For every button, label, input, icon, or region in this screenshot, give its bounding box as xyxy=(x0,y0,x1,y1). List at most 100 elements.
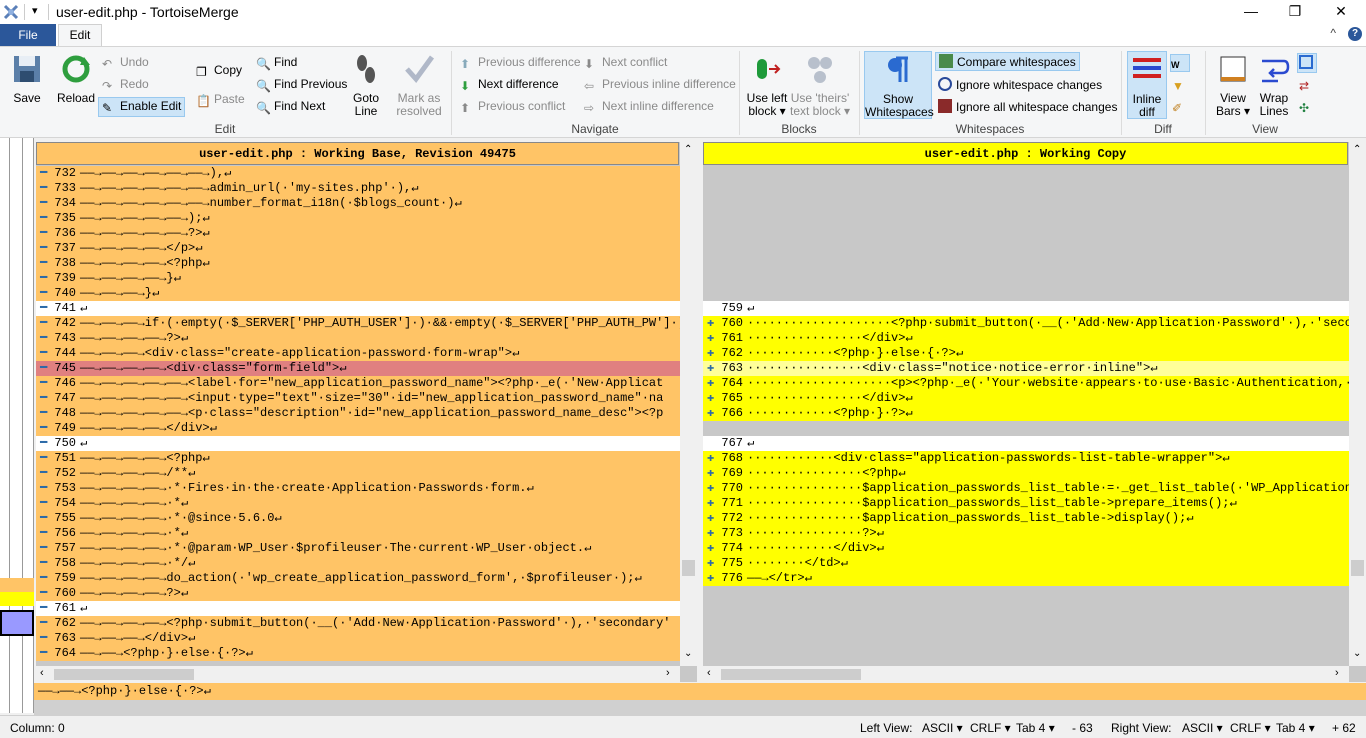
left-tab-dropdown[interactable]: Tab 4 ▾ xyxy=(1016,721,1055,735)
enable-edit-button[interactable]: ✎ Enable Edit xyxy=(98,97,186,117)
right-encoding-dropdown[interactable]: ASCII ▾ xyxy=(1182,721,1223,735)
code-line[interactable]: ✚ 764 ····················<p><?php·_e(·'Yo… xyxy=(703,376,1349,391)
tab-edit[interactable]: Edit xyxy=(58,24,102,47)
diff-filter-dropdown[interactable]: ▼ xyxy=(1172,77,1190,93)
right-eol-dropdown[interactable]: CRLF ▾ xyxy=(1230,721,1271,735)
copy-button[interactable]: ❐ Copy xyxy=(196,63,242,79)
ignore-whitespace-changes-button[interactable]: Ignore whitespace changes xyxy=(938,77,1102,92)
left-eol-dropdown[interactable]: CRLF ▾ xyxy=(970,721,1011,735)
code-line[interactable]: ━ 756 ——→——→——→——→·*↵ xyxy=(36,526,680,541)
next-conflict-button[interactable]: ⬇ Next conflict xyxy=(584,55,667,71)
code-line[interactable]: ✚ 770 ················$application_passwor… xyxy=(703,481,1349,496)
scroll-up-icon[interactable]: ⌃ xyxy=(684,144,692,155)
view-bars-button[interactable]: View Bars ▾ xyxy=(1212,53,1254,118)
code-line[interactable]: ━ 735 ——→——→——→——→——→);↵ xyxy=(36,211,680,226)
code-line[interactable]: ✚ 768 ············<div·class="application-… xyxy=(703,451,1349,466)
code-line[interactable]: ━ 751 ——→——→——→——→<?php↵ xyxy=(36,451,680,466)
code-line[interactable]: ✚ 763 ················<div·class="notice·n… xyxy=(703,361,1349,376)
code-line[interactable]: ━ 761 ↵ xyxy=(36,601,680,616)
code-line[interactable]: ✚ 775 ········</td>↵ xyxy=(703,556,1349,571)
code-line[interactable]: ━ 739 ——→——→——→——→}↵ xyxy=(36,271,680,286)
code-line[interactable]: ━ 747 ——→——→——→——→——→<input·type="text"·si… xyxy=(36,391,680,406)
help-icon[interactable]: ? xyxy=(1348,27,1362,41)
code-line[interactable]: ━ 743 ——→——→——→——→?>↵ xyxy=(36,331,680,346)
previous-inline-difference-button[interactable]: ⇦ Previous inline difference xyxy=(584,77,736,93)
minimize-button[interactable]: — xyxy=(1228,0,1274,24)
scroll-up-icon[interactable]: ⌃ xyxy=(1353,144,1361,155)
reload-button[interactable]: Reload xyxy=(56,53,96,105)
left-encoding-dropdown[interactable]: ASCII ▾ xyxy=(922,721,963,735)
quick-access-dropdown[interactable]: ▾ xyxy=(32,4,38,17)
save-button[interactable]: Save xyxy=(8,53,46,105)
scroll-down-icon[interactable]: ⌄ xyxy=(684,648,692,659)
code-line[interactable]: ✚ 766 ············<?php·}·?>↵ xyxy=(703,406,1349,421)
code-line[interactable] xyxy=(703,166,1349,181)
show-whitespaces-button[interactable]: Show Whitespaces xyxy=(864,51,934,119)
scroll-right-icon[interactable]: › xyxy=(1335,667,1339,679)
code-line[interactable]: ━ 732 ——→——→——→——→——→——→),↵ xyxy=(36,166,680,181)
code-line[interactable]: ━ 738 ——→——→——→——→<?php↵ xyxy=(36,256,680,271)
find-previous-button[interactable]: 🔍 Find Previous xyxy=(256,77,347,93)
word-diff-toggle[interactable]: W xyxy=(1170,54,1190,72)
code-line[interactable]: ━ 736 ——→——→——→——→——→?>↵ xyxy=(36,226,680,241)
right-tab-dropdown[interactable]: Tab 4 ▾ xyxy=(1276,721,1315,735)
code-line[interactable]: ━ 762 ——→——→——→——→<?php·submit_button(·__(… xyxy=(36,616,680,631)
code-line[interactable]: ━ 744 ——→——→——→<div·class="create-applicat… xyxy=(36,346,680,361)
code-line[interactable]: ━ 750 ↵ xyxy=(36,436,680,451)
collapse-button[interactable]: ✣ xyxy=(1299,99,1317,115)
ignore-all-whitespace-changes-button[interactable]: Ignore all whitespace changes xyxy=(938,99,1117,114)
paste-button[interactable]: 📋 Paste xyxy=(196,92,245,108)
code-line[interactable]: ━ 764 ——→——→<?php·}·else·{·?>↵ xyxy=(36,646,680,661)
close-button[interactable]: ✕ xyxy=(1318,0,1364,24)
left-vertical-scrollbar[interactable]: ⌃ ⌄ xyxy=(680,142,697,666)
diff-marker-button[interactable]: ✐ xyxy=(1172,99,1190,115)
previous-conflict-button[interactable]: ⬆ Previous conflict xyxy=(460,99,565,115)
right-vertical-scrollbar[interactable]: ⌃ ⌄ xyxy=(1349,142,1366,666)
code-line[interactable]: ━ 742 ——→——→——→if·(·empty(·$_SERVER['PHP_A… xyxy=(36,316,680,331)
code-line[interactable]: ━ 754 ——→——→——→——→·*↵ xyxy=(36,496,680,511)
mark-resolved-button[interactable]: Mark as resolved xyxy=(396,53,442,118)
right-code-area[interactable]: 759 ↵ ✚ 760 ····················<?php·submit… xyxy=(703,166,1349,666)
left-code-area[interactable]: ━ 732 ——→——→——→——→——→——→),↵ ━ 733 ——→——→——→——… xyxy=(36,166,680,666)
code-line[interactable] xyxy=(703,211,1349,226)
code-line[interactable]: ✚ 760 ····················<?php·submit_but… xyxy=(703,316,1349,331)
code-line[interactable] xyxy=(703,271,1349,286)
code-line[interactable]: ━ 760 ——→——→——→——→?>↵ xyxy=(36,586,680,601)
compare-whitespaces-button[interactable]: Compare whitespaces xyxy=(935,52,1080,71)
use-left-block-button[interactable]: Use left block ▾ xyxy=(746,53,788,118)
wrap-lines-button[interactable]: Wrap Lines xyxy=(1256,53,1292,118)
code-line[interactable] xyxy=(703,286,1349,301)
left-horizontal-scrollbar[interactable]: ‹ › xyxy=(36,666,680,683)
next-inline-difference-button[interactable]: ⇨ Next inline difference xyxy=(584,99,714,115)
location-viewport[interactable] xyxy=(0,610,34,636)
code-line[interactable]: 767 ↵ xyxy=(703,436,1349,451)
code-line[interactable]: ━ 753 ——→——→——→——→·*·Fires·in·the·create·A… xyxy=(36,481,680,496)
code-line[interactable]: ✚ 772 ················$application_passwor… xyxy=(703,511,1349,526)
right-horizontal-scrollbar[interactable]: ‹ › xyxy=(703,666,1349,683)
code-line[interactable]: ━ 741 ↵ xyxy=(36,301,680,316)
goto-line-button[interactable]: Goto Line xyxy=(350,53,382,118)
maximize-button[interactable]: ❐ xyxy=(1272,0,1318,24)
code-line[interactable] xyxy=(703,421,1349,436)
code-line[interactable]: ━ 734 ——→——→——→——→——→——→number_format_i18n… xyxy=(36,196,680,211)
code-line[interactable]: ✚ 774 ············</div>↵ xyxy=(703,541,1349,556)
swap-panes-button[interactable]: ⇄ xyxy=(1299,77,1317,93)
code-line[interactable] xyxy=(703,226,1349,241)
code-line[interactable]: ✚ 773 ················?>↵ xyxy=(703,526,1349,541)
code-line[interactable]: ✚ 765 ················</div>↵ xyxy=(703,391,1349,406)
layout-toggle[interactable] xyxy=(1297,53,1317,73)
code-line[interactable]: ━ 752 ——→——→——→——→/**↵ xyxy=(36,466,680,481)
find-next-button[interactable]: 🔍 Find Next xyxy=(256,99,325,115)
code-line[interactable]: ━ 755 ——→——→——→——→·*·@since·5.6.0↵ xyxy=(36,511,680,526)
code-line[interactable]: ━ 759 ——→——→——→——→do_action(·'wp_create_ap… xyxy=(36,571,680,586)
scroll-left-icon[interactable]: ‹ xyxy=(40,667,44,679)
code-line[interactable]: ✚ 761 ················</div>↵ xyxy=(703,331,1349,346)
code-line[interactable]: ━ 749 ——→——→——→——→</div>↵ xyxy=(36,421,680,436)
code-line[interactable]: ✚ 762 ············<?php·}·else·{·?>↵ xyxy=(703,346,1349,361)
scroll-down-icon[interactable]: ⌄ xyxy=(1353,648,1361,659)
scroll-right-icon[interactable]: › xyxy=(666,667,670,679)
inline-diff-button[interactable]: Inline diff xyxy=(1127,51,1167,119)
redo-button[interactable]: ↷ Redo xyxy=(102,77,149,93)
code-line[interactable] xyxy=(703,196,1349,211)
code-line[interactable] xyxy=(703,181,1349,196)
